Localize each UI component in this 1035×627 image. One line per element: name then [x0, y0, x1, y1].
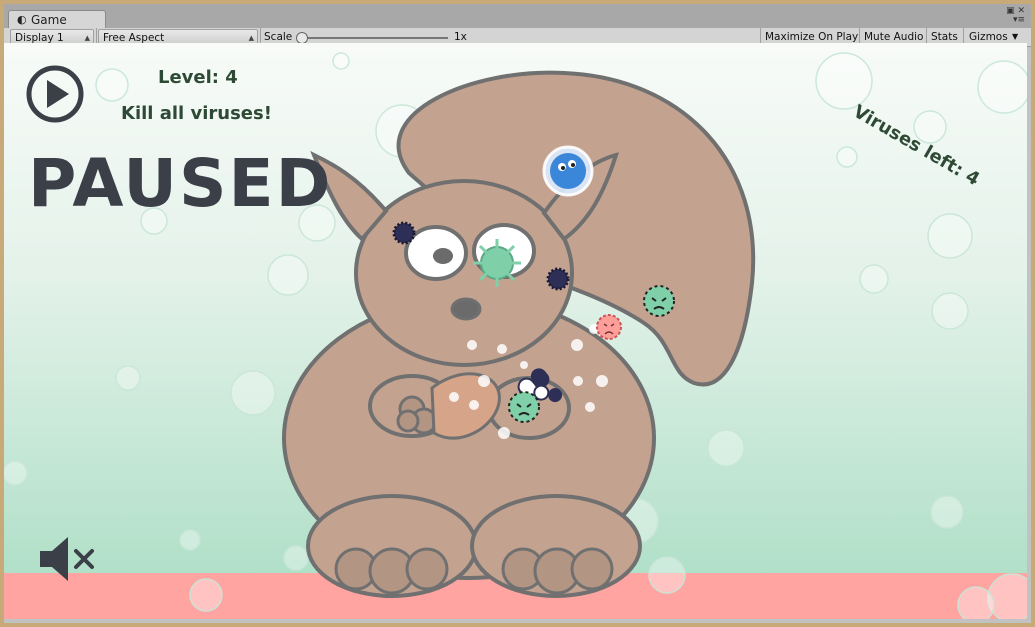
play-icon[interactable]: [26, 65, 84, 123]
mission-label: Kill all viruses!: [121, 103, 272, 124]
paused-label: PAUSED: [28, 145, 333, 222]
tab-menu-icon[interactable]: ▾≡: [1013, 15, 1025, 25]
virus-dark: [546, 267, 570, 291]
level-label: Level: 4: [158, 67, 238, 88]
speaker-muted-icon[interactable]: [38, 535, 98, 583]
tab-game[interactable]: ◐ Game: [8, 10, 106, 29]
window-controls: ▣ ✕ ▾≡: [1006, 7, 1025, 25]
virus-green: [643, 285, 675, 317]
virus-red: [596, 314, 622, 340]
unity-icon: ◐: [17, 13, 27, 26]
squirrel-head: [354, 179, 574, 367]
virus-green: [508, 391, 540, 423]
virus-green: [473, 239, 521, 287]
game-viewport[interactable]: Level: 4 Kill all viruses! PAUSED Viruse…: [4, 43, 1027, 619]
squirrel: [282, 70, 756, 598]
player-cell: [542, 145, 594, 197]
scale-slider-track[interactable]: [302, 37, 448, 39]
virus-dark: [392, 221, 416, 245]
tab-bar: ◐ Game ▣ ✕ ▾≡: [4, 4, 1031, 29]
tab-label: Game: [31, 13, 67, 27]
